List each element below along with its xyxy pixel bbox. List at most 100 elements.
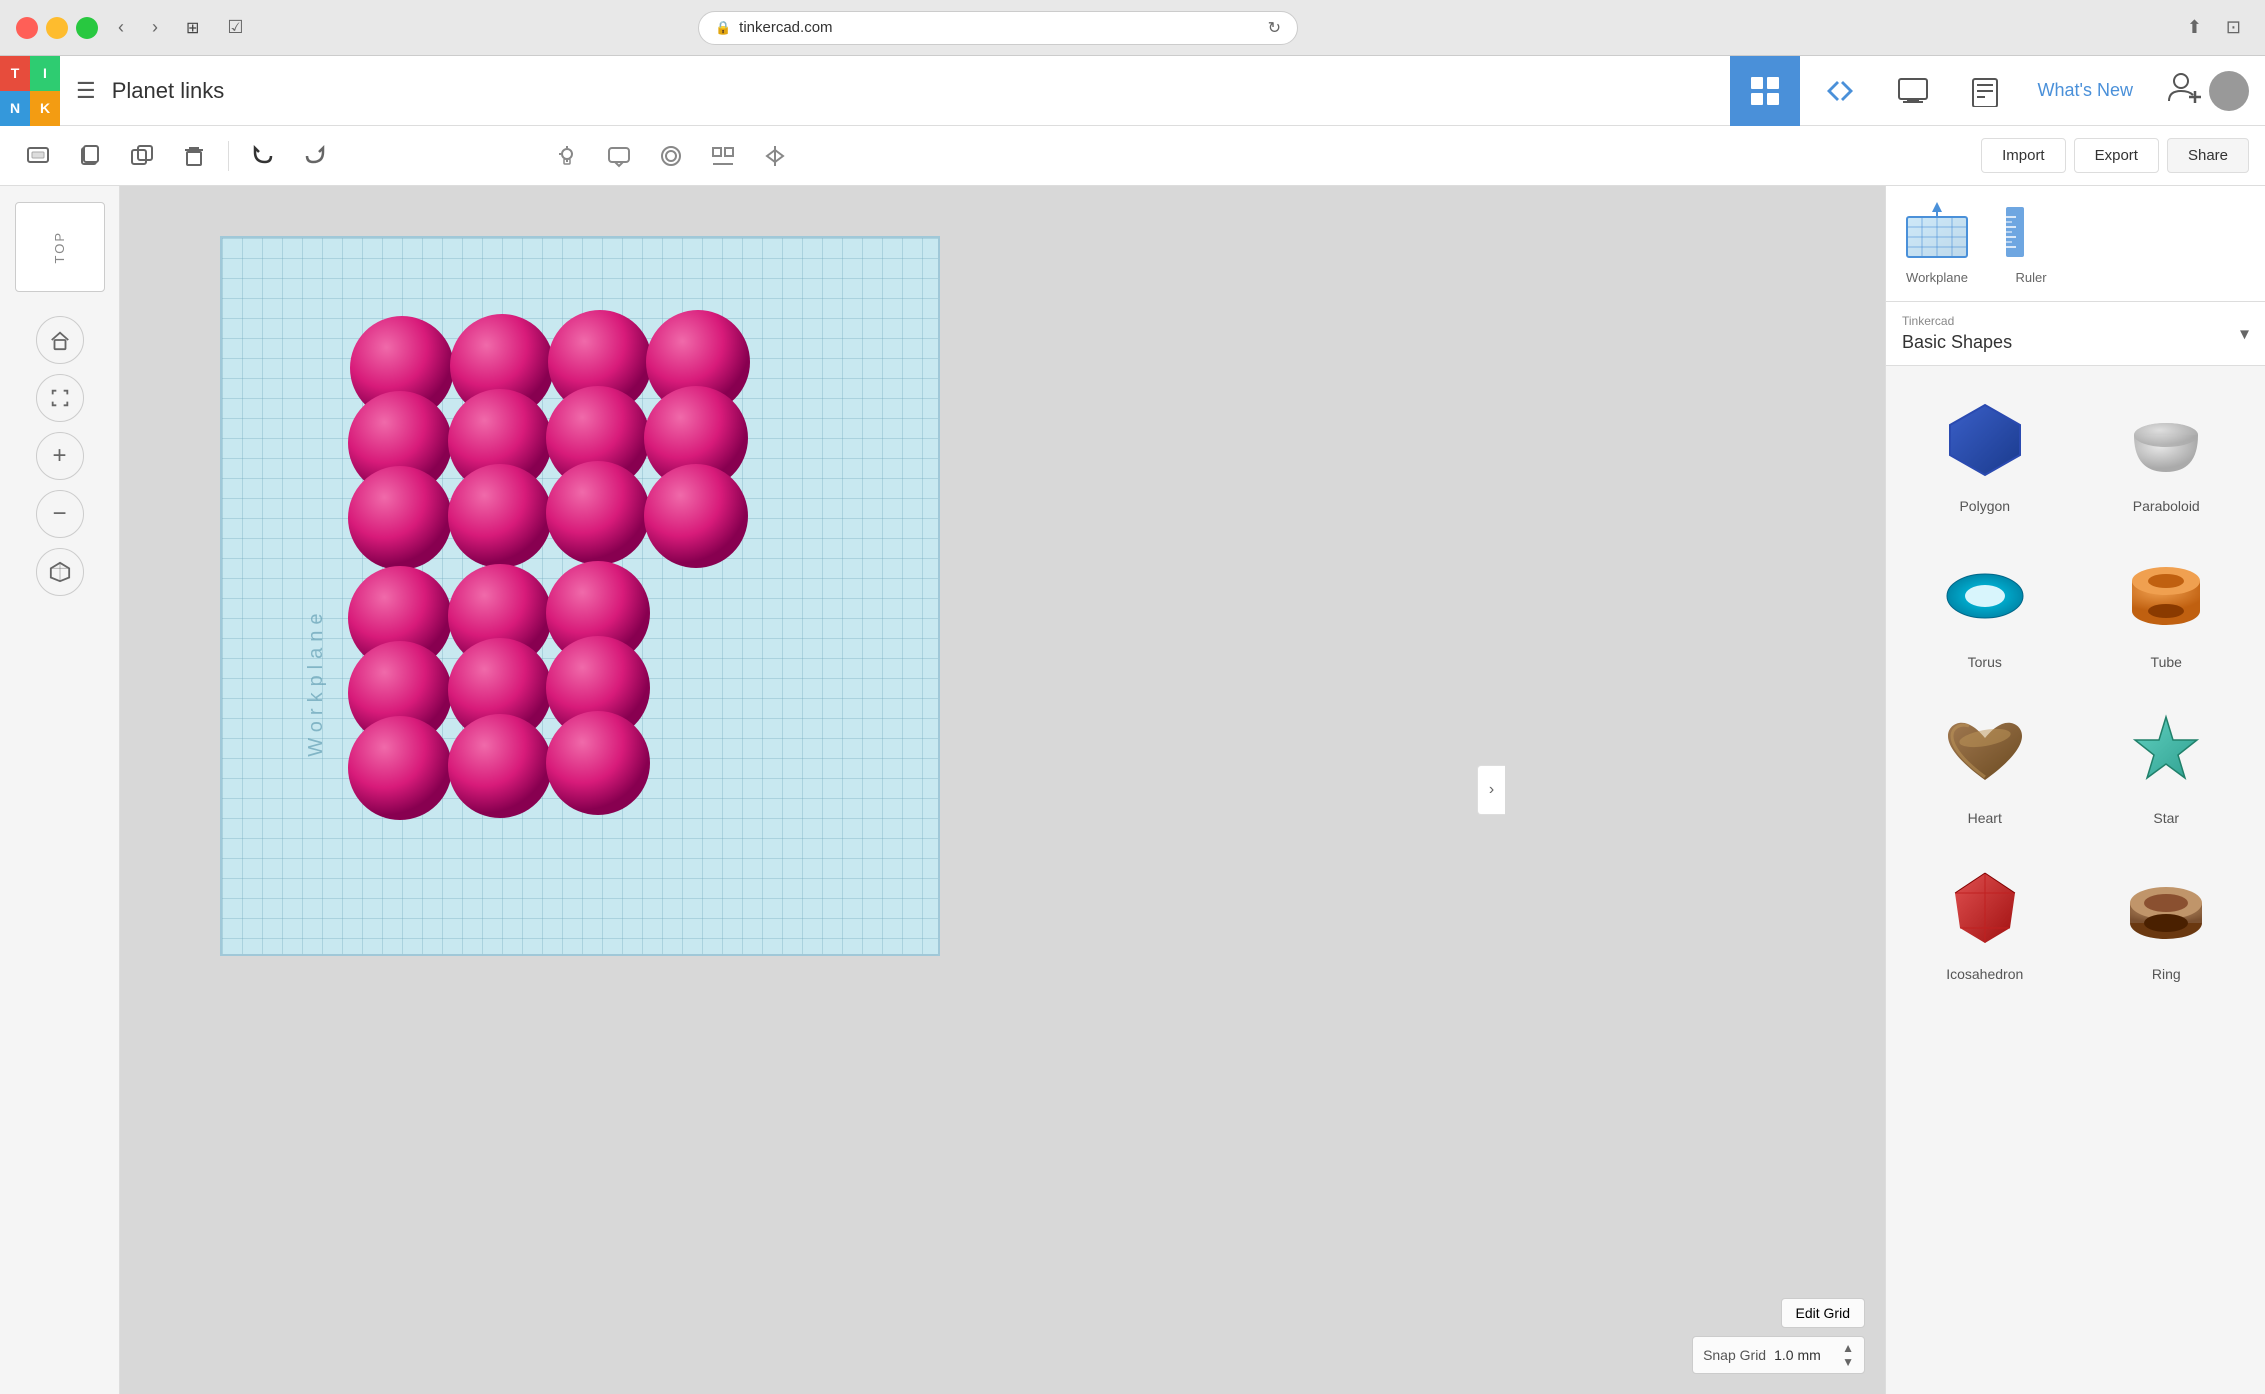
star-shape-item[interactable]: Star	[2084, 694, 2250, 834]
close-button[interactable]	[16, 17, 38, 39]
ring-shape-item[interactable]: Ring	[2084, 850, 2250, 990]
mirror-button[interactable]	[753, 134, 797, 178]
traffic-lights	[16, 17, 98, 39]
heart-label: Heart	[1968, 810, 2002, 826]
mirror-icon	[763, 144, 787, 168]
simulate-nav-button[interactable]	[1878, 56, 1948, 126]
share-browser-button[interactable]: ⬆	[2179, 13, 2210, 42]
sphere-19[interactable]	[348, 716, 452, 820]
zoom-out-button[interactable]: −	[36, 490, 84, 538]
view-tools	[545, 134, 797, 178]
zoom-in-button[interactable]: +	[36, 432, 84, 480]
cut-button[interactable]	[16, 134, 60, 178]
category-name: Basic Shapes	[1902, 332, 2249, 353]
workplane-tool[interactable]: Workplane	[1902, 202, 1972, 285]
minimize-button[interactable]	[46, 17, 68, 39]
top-view-card[interactable]: TOP	[15, 202, 105, 292]
tab-view-button[interactable]: ⊞	[178, 14, 207, 42]
address-bar: 🔒 tinkercad.com ↻	[698, 11, 1298, 45]
ring-label: Ring	[2152, 966, 2181, 982]
shape-icon	[659, 144, 683, 168]
paraboloid-shape-item[interactable]: Paraboloid	[2084, 382, 2250, 522]
undo-button[interactable]	[241, 134, 285, 178]
learn-nav-button[interactable]	[1952, 56, 2022, 126]
code-icon	[1823, 75, 1855, 107]
url-text: tinkercad.com	[739, 19, 832, 36]
icosahedron-shape-item[interactable]: Icosahedron	[1902, 850, 2068, 990]
ruler-tool-label: Ruler	[2015, 270, 2046, 285]
home-view-button[interactable]	[36, 316, 84, 364]
snap-grid-input[interactable]	[1774, 1347, 1834, 1363]
torus-shape-item[interactable]: Torus	[1902, 538, 2068, 678]
ruler-tool[interactable]: Ruler	[1996, 202, 2066, 285]
code-nav-button[interactable]	[1804, 56, 1874, 126]
back-button[interactable]: ‹	[110, 13, 132, 42]
forward-button[interactable]: ›	[144, 13, 166, 42]
fit-view-button[interactable]	[36, 374, 84, 422]
comment-button[interactable]	[597, 134, 641, 178]
polygon-label: Polygon	[1959, 498, 2010, 514]
browser-chrome: ‹ › ⊞ ☑ 🔒 tinkercad.com ↻ ⬆ ⊡	[0, 0, 2265, 56]
polygon-icon	[1935, 390, 2035, 490]
learn-icon	[1971, 75, 2003, 107]
split-view-button[interactable]: ⊡	[2218, 13, 2249, 42]
snap-increment-button[interactable]: ▲▼	[1842, 1341, 1854, 1369]
sphere-10[interactable]	[448, 464, 552, 568]
snap-grid-control: Snap Grid ▲▼	[1692, 1336, 1865, 1374]
menu-button[interactable]: ☰	[60, 78, 112, 104]
tab-checkbox[interactable]: ☑	[219, 13, 251, 42]
user-avatar[interactable]	[2209, 71, 2249, 111]
sphere-12[interactable]	[644, 464, 748, 568]
tube-icon	[2116, 546, 2216, 646]
right-panel: Workplane Ruler Tinkercad Basic Shape	[1885, 186, 2265, 1394]
shape-button[interactable]	[649, 134, 693, 178]
sphere-21[interactable]	[546, 711, 650, 815]
sphere-9[interactable]	[348, 466, 452, 570]
import-button[interactable]: Import	[1981, 138, 2066, 173]
lock-icon: 🔒	[715, 20, 731, 36]
ring-icon	[2116, 858, 2216, 958]
redo-button[interactable]	[293, 134, 337, 178]
whats-new-button[interactable]: What's New	[2022, 80, 2149, 101]
share-button[interactable]: Share	[2167, 138, 2249, 173]
sphere-20[interactable]	[448, 714, 552, 818]
toolbar-separator-1	[228, 141, 229, 171]
polygon-shape-item[interactable]: Polygon	[1902, 382, 2068, 522]
view-controls: + −	[0, 316, 119, 596]
sphere-11[interactable]	[546, 461, 650, 565]
duplicate-icon	[130, 144, 154, 168]
toolbar-right: Import Export Share	[1981, 138, 2249, 173]
copy-button[interactable]	[68, 134, 112, 178]
icosahedron-label: Icosahedron	[1946, 966, 2023, 982]
workplane-icon	[1902, 202, 1972, 262]
delete-button[interactable]	[172, 134, 216, 178]
redo-icon	[303, 144, 327, 168]
duplicate-button[interactable]	[120, 134, 164, 178]
export-button[interactable]: Export	[2074, 138, 2159, 173]
reload-button[interactable]: ↻	[1268, 18, 1281, 38]
heart-shape-item[interactable]: Heart	[1902, 694, 2068, 834]
align-button[interactable]	[701, 134, 745, 178]
add-user-button[interactable]	[2165, 69, 2201, 112]
perspective-button[interactable]	[36, 548, 84, 596]
light-button[interactable]	[545, 134, 589, 178]
left-sidebar: TOP + −	[0, 186, 120, 1394]
icosahedron-icon	[1935, 858, 2035, 958]
logo-n: N	[0, 91, 30, 126]
edit-grid-button[interactable]: Edit Grid	[1781, 1298, 1865, 1328]
canvas-area[interactable]: Workplane	[120, 186, 1885, 1394]
tinkercad-logo[interactable]: T I N K	[0, 56, 60, 126]
simulate-icon	[1897, 75, 1929, 107]
cut-icon	[26, 144, 50, 168]
trash-icon	[182, 144, 206, 168]
user-actions	[2149, 69, 2265, 112]
tube-shape-item[interactable]: Tube	[2084, 538, 2250, 678]
category-dropdown-button[interactable]: ▾	[2240, 323, 2249, 344]
person-add-icon	[2165, 69, 2201, 105]
maximize-button[interactable]	[76, 17, 98, 39]
logo-i: I	[30, 56, 60, 91]
panel-toggle-button[interactable]: ›	[1477, 765, 1505, 815]
star-icon	[2116, 702, 2216, 802]
category-brand: Tinkercad	[1902, 314, 2249, 328]
design-nav-button[interactable]	[1730, 56, 1800, 126]
